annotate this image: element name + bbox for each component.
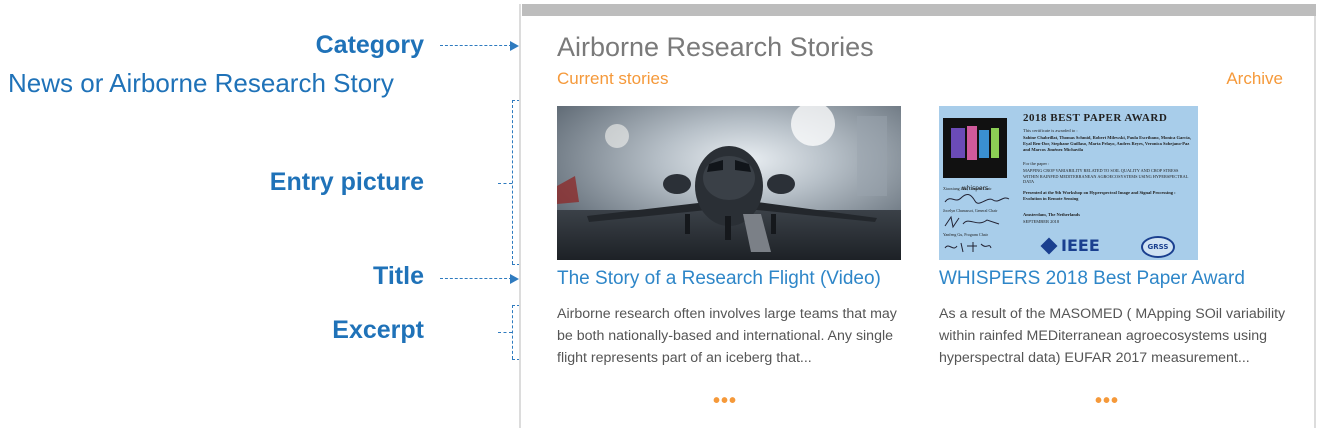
certificate-presented: Presented at the 9th Workshop on Hypersp… (1023, 190, 1176, 201)
certificate-place: Amsterdam, The Netherlands (1023, 212, 1081, 217)
certificate-heading: 2018 BEST PAPER AWARD (1023, 112, 1168, 124)
whispers-logo: whispers (943, 118, 1007, 192)
title-arrow-head (510, 274, 519, 284)
annotation-category-subtitle: News or Airborne Research Story (8, 68, 394, 98)
card-2-more-dots[interactable]: ••• (1095, 390, 1119, 413)
category-arrow-head (510, 41, 519, 51)
card-2-image[interactable]: whispers 2018 BEST PAPER AWARD This cert… (939, 106, 1198, 260)
widget-heading: Airborne Research Stories (557, 32, 874, 62)
chair-3: Yanfeng Gu, Program Chair (943, 232, 988, 237)
jet-photo (557, 106, 901, 260)
card-2-excerpt: As a result of the MASOMED ( MApping SOi… (939, 306, 1286, 366)
category-arrow-line (440, 45, 512, 46)
chair-1: Xiaoxiang Zhu, General Chair (943, 186, 992, 191)
chair-2: Jocelyn Chanussot, General Chair (943, 208, 998, 213)
whispers-logo-mark (951, 126, 999, 160)
signature-3 (944, 242, 992, 253)
card-1-more-dots[interactable]: ••• (713, 390, 737, 413)
annotation-excerpt: Excerpt (332, 316, 424, 344)
ieee-diamond-icon (1040, 237, 1058, 254)
card-1-title[interactable]: The Story of a Research Flight (Video) (557, 268, 881, 290)
certificate-paper: MAPPING CROP VARIABILITY RELATED TO SOIL… (1023, 168, 1189, 184)
ieee-logo-text: IEEE (1061, 236, 1100, 255)
title-arrow-line (440, 278, 512, 279)
excerpt-bracket-mid (498, 332, 512, 333)
signature-2 (944, 215, 1000, 229)
archive-link[interactable]: Archive (1226, 69, 1283, 89)
entry-picture-bracket (512, 100, 513, 264)
card-1-excerpt: Airborne research often involves large t… (557, 306, 897, 366)
annotation-title: Title (373, 262, 424, 290)
annotation-entry-picture: Entry picture (269, 168, 424, 196)
entry-picture-bracket-mid (498, 183, 512, 184)
card-1-image[interactable] (557, 106, 901, 260)
certificate-for-paper: For the paper : (1023, 161, 1050, 166)
certificate-date: SEPTEMBER 2018 (1023, 219, 1060, 224)
ieee-logo: IEEE (1040, 236, 1100, 255)
excerpt-bracket (512, 305, 513, 359)
annotation-category: Category (315, 31, 424, 59)
current-stories-link[interactable]: Current stories (557, 69, 668, 89)
signature-1 (944, 193, 1010, 204)
certificate-names: Sabine Chabrillat, Thomas Schmid, Robert… (1023, 135, 1191, 152)
card-2-title[interactable]: WHISPERS 2018 Best Paper Award (939, 268, 1245, 290)
certificate-awarded: This certificate is awarded to : (1023, 128, 1078, 133)
grss-logo: GRSS (1141, 236, 1175, 258)
widget-top-bar (522, 4, 1316, 16)
